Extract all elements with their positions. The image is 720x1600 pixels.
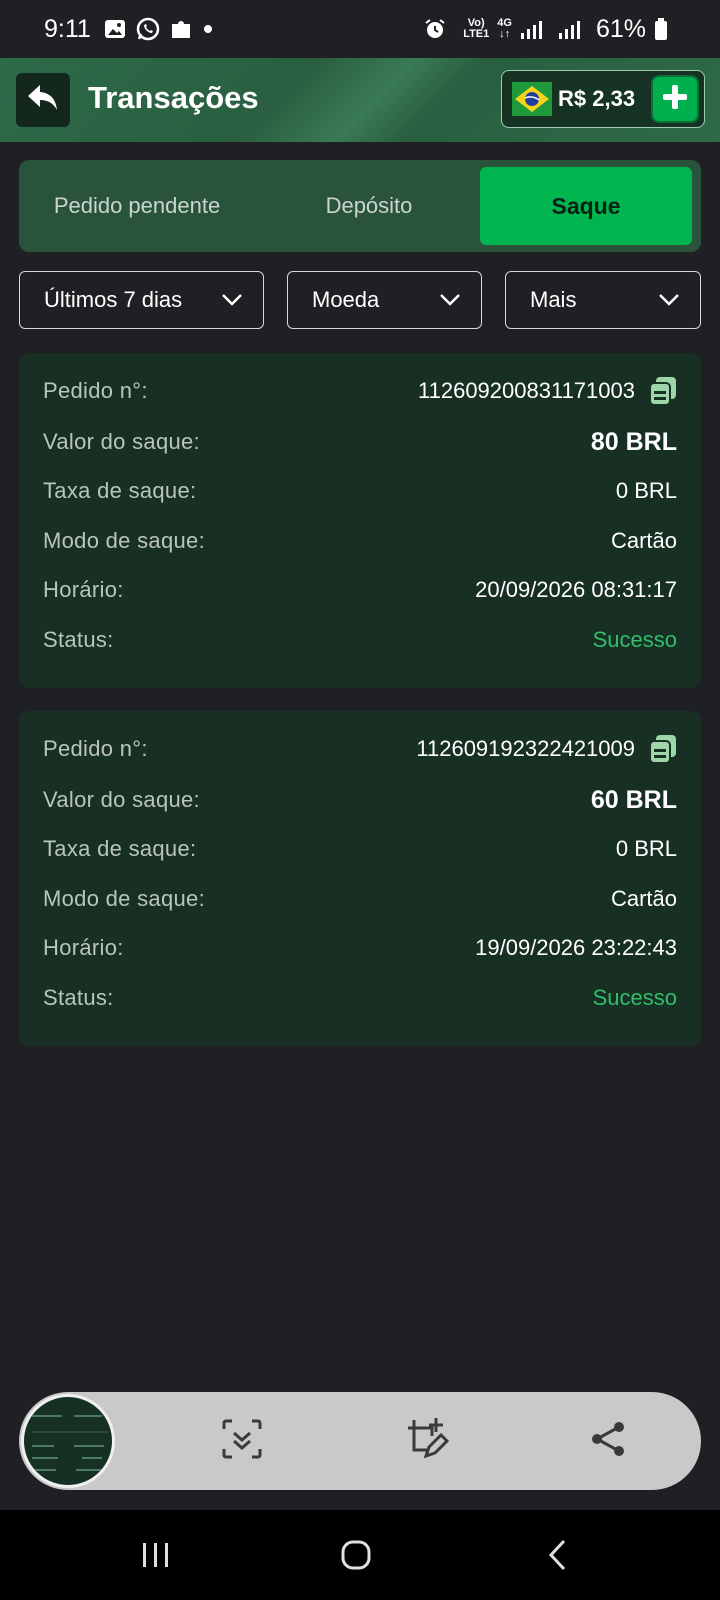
more-filter-label: Mais — [530, 287, 577, 312]
order-number-row: Pedido n°: 112609200831171003 — [43, 371, 677, 411]
order-number-label: Pedido n°: — [43, 378, 148, 403]
currency-filter-dropdown[interactable]: Moeda — [287, 271, 482, 329]
time-value: 20/09/2026 08:31:17 — [475, 577, 677, 602]
chevron-down-icon — [658, 293, 680, 307]
period-filter-label: Últimos 7 dias — [44, 287, 183, 312]
recents-icon — [139, 1540, 173, 1575]
transaction-tabs: Pedido pendente Depósito Saque — [19, 160, 701, 252]
currency-filter-label: Moeda — [312, 287, 380, 312]
copy-icon[interactable] — [649, 376, 677, 406]
app-header: Transações R$ 2,33 — [0, 58, 720, 142]
mode-row: Modo de saque: Cartão — [43, 521, 677, 561]
status-value: Sucesso — [592, 985, 677, 1010]
home-icon — [339, 1538, 373, 1577]
back-button[interactable] — [16, 73, 70, 127]
order-number-value: 112609192322421009 — [416, 734, 677, 764]
battery-level: 61% — [595, 14, 646, 43]
status-bar: 9:11 Vo) LTE1 4G ↓↑ 61% — [0, 0, 720, 58]
signal-icon — [520, 19, 542, 39]
fee-row: Taxa de saque: 0 BRL — [43, 471, 677, 511]
order-number-label: Pedido n°: — [43, 736, 148, 761]
scroll-capture-icon — [220, 1417, 264, 1466]
lte-label: LTE1 — [463, 28, 490, 40]
status-row: Status: Sucesso — [43, 978, 677, 1018]
screenshot-thumbnail[interactable] — [21, 1394, 115, 1488]
amount-row: Valor do saque: 80 BRL — [43, 422, 677, 462]
fee-row: Taxa de saque: 0 BRL — [43, 829, 677, 869]
fee-label: Taxa de saque: — [43, 478, 197, 503]
status-row: Status: Sucesso — [43, 620, 677, 660]
add-funds-button[interactable] — [651, 75, 699, 123]
back-arrow-icon — [26, 83, 60, 118]
system-nav-bar — [0, 1510, 720, 1600]
time-row: Horário: 19/09/2026 23:22:43 — [43, 928, 677, 968]
order-number-text: 112609200831171003 — [418, 378, 635, 403]
volte-indicator: Vo) LTE1 — [463, 18, 489, 40]
status-time: 9:11 — [44, 14, 91, 43]
nav-back-button[interactable] — [533, 1532, 583, 1582]
order-number-value: 112609200831171003 — [418, 376, 677, 406]
transaction-card: Pedido n°: 112609192322421009 Valor do s… — [19, 711, 701, 1046]
tab-deposit[interactable]: Depósito — [269, 167, 469, 245]
fee-value: 0 BRL — [615, 836, 677, 861]
chevron-left-icon — [546, 1538, 570, 1577]
alarm-icon — [423, 17, 447, 41]
transaction-card: Pedido n°: 112609200831171003 Valor do s… — [19, 353, 701, 688]
battery-icon — [654, 17, 668, 41]
tab-withdraw[interactable]: Saque — [480, 167, 692, 245]
puzzle-icon — [169, 16, 195, 42]
mode-label: Modo de saque: — [43, 528, 205, 553]
time-row: Horário: 20/09/2026 08:31:17 — [43, 570, 677, 610]
amount-label: Valor do saque: — [43, 429, 200, 454]
screenshot-toolbar — [19, 1392, 701, 1490]
crop-edit-button[interactable] — [402, 1416, 452, 1466]
chevron-down-icon — [439, 293, 461, 307]
page-title: Transações — [88, 80, 259, 115]
share-icon — [588, 1419, 628, 1464]
order-number-row: Pedido n°: 112609192322421009 — [43, 729, 677, 769]
period-filter-dropdown[interactable]: Últimos 7 dias — [19, 271, 264, 329]
mode-value: Cartão — [610, 528, 677, 553]
mode-row: Modo de saque: Cartão — [43, 879, 677, 919]
scroll-capture-button[interactable] — [217, 1416, 267, 1466]
amount-row: Valor do saque: 60 BRL — [43, 780, 677, 820]
mode-label: Modo de saque: — [43, 886, 205, 911]
fee-label: Taxa de saque: — [43, 836, 197, 861]
amount-value: 80 BRL — [590, 427, 677, 456]
mode-value: Cartão — [610, 886, 677, 911]
chevron-down-icon — [221, 293, 243, 307]
brazil-flag-icon — [512, 82, 552, 116]
notification-dot-icon — [203, 24, 213, 34]
amount-value: 60 BRL — [590, 785, 677, 814]
more-filter-dropdown[interactable]: Mais — [505, 271, 701, 329]
status-label: Status: — [43, 627, 114, 652]
fee-value: 0 BRL — [615, 478, 677, 503]
home-button[interactable] — [331, 1532, 381, 1582]
plus-icon — [661, 83, 689, 116]
recents-button[interactable] — [131, 1532, 181, 1582]
balance-widget: R$ 2,33 — [501, 70, 705, 128]
network-gen-indicator: 4G ↓↑ — [497, 17, 512, 40]
time-label: Horário: — [43, 935, 124, 960]
signal-icon — [558, 19, 580, 39]
tab-pending-order[interactable]: Pedido pendente — [27, 167, 247, 245]
status-label: Status: — [43, 985, 114, 1010]
crop-edit-icon — [404, 1416, 450, 1467]
time-value: 19/09/2026 23:22:43 — [475, 935, 677, 960]
balance-amount: R$ 2,33 — [558, 86, 636, 111]
whatsapp-icon — [135, 16, 161, 42]
time-label: Horário: — [43, 577, 124, 602]
copy-icon[interactable] — [649, 734, 677, 764]
share-button[interactable] — [583, 1416, 633, 1466]
gallery-icon — [103, 17, 127, 41]
amount-label: Valor do saque: — [43, 787, 200, 812]
order-number-text: 112609192322421009 — [416, 736, 635, 761]
status-value: Sucesso — [592, 627, 677, 652]
